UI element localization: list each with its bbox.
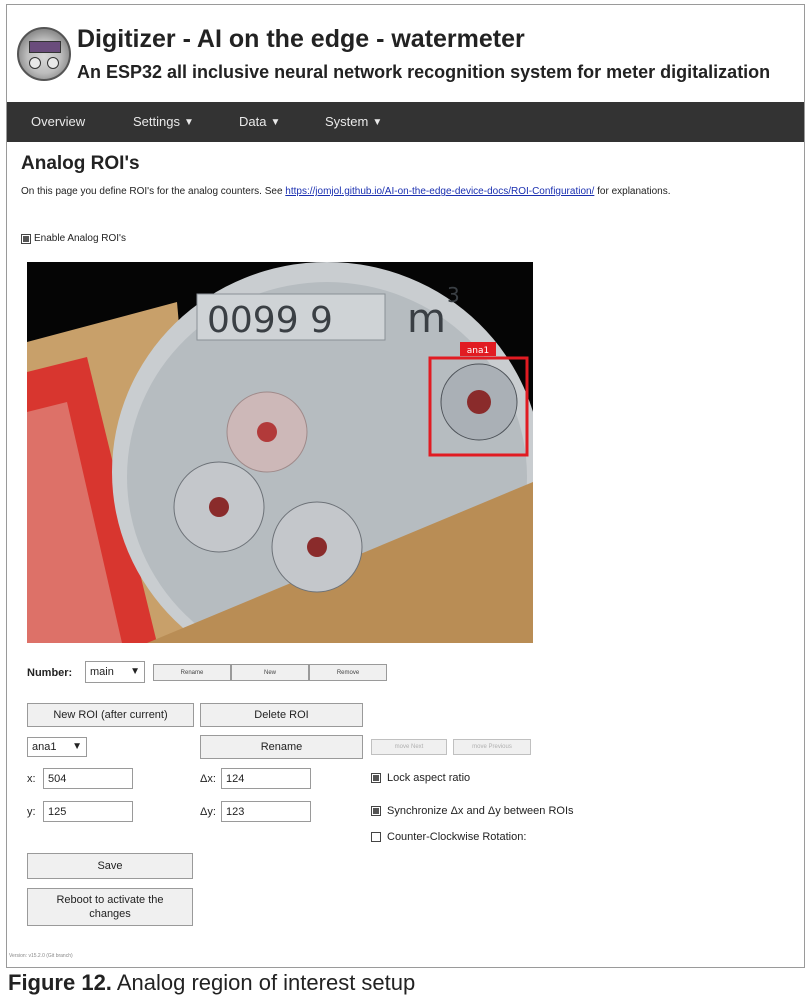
new-roi-button[interactable]: New ROI (after current) bbox=[27, 703, 194, 727]
y-input[interactable]: 125 bbox=[43, 801, 133, 822]
sync-checkbox[interactable] bbox=[371, 806, 381, 816]
roi-rename-button[interactable]: Rename bbox=[200, 735, 363, 759]
nav-bar: Overview Settings ▼ Data ▼ System ▼ bbox=[7, 102, 804, 142]
move-previous-button[interactable]: move Previous bbox=[453, 739, 531, 755]
number-remove-button[interactable]: Remove bbox=[309, 664, 387, 681]
chevron-down-icon: ▼ bbox=[270, 117, 281, 128]
x-label: x: bbox=[27, 773, 36, 785]
ccw-label: Counter-Clockwise Rotation: bbox=[387, 831, 527, 843]
dx-input[interactable]: 124 bbox=[221, 768, 311, 789]
number-new-button[interactable]: New bbox=[231, 664, 309, 681]
app-subtitle: An ESP32 all inclusive neural network re… bbox=[77, 62, 771, 82]
number-rename-button[interactable]: Rename bbox=[153, 664, 231, 681]
number-label: Number: bbox=[27, 667, 73, 679]
caption-label: Figure 12. bbox=[8, 970, 112, 995]
sync-label: Synchronize Δx and Δy between ROIs bbox=[387, 805, 574, 817]
save-button[interactable]: Save bbox=[27, 853, 193, 879]
x-input[interactable]: 504 bbox=[43, 768, 133, 789]
nav-settings[interactable]: Settings ▼ bbox=[133, 114, 194, 129]
intro-text: On this page you define ROI's for the an… bbox=[21, 185, 791, 198]
enable-checkbox[interactable] bbox=[21, 233, 31, 244]
roi-select[interactable]: ana1 ▼ bbox=[27, 737, 87, 757]
logo-dial-left bbox=[29, 57, 41, 69]
intro-text-before: On this page you define ROI's for the an… bbox=[21, 186, 283, 197]
meter-digits: 0099 9 bbox=[207, 300, 333, 341]
enable-analog-roi[interactable]: Enable Analog ROI's bbox=[21, 233, 126, 244]
nav-data[interactable]: Data ▼ bbox=[239, 114, 280, 129]
roi-label: ana1 bbox=[467, 346, 489, 356]
y-label: y: bbox=[27, 806, 36, 818]
logo-dial-right bbox=[47, 57, 59, 69]
nav-system[interactable]: System ▼ bbox=[325, 114, 382, 129]
figure-caption: Figure 12. Analog region of interest set… bbox=[8, 970, 415, 996]
app-frame: Digitizer - AI on the edge - watermeter … bbox=[6, 4, 805, 968]
dx-label: Δx: bbox=[200, 773, 216, 785]
intro-text-after: for explanations. bbox=[597, 186, 671, 197]
lock-aspect-label: Lock aspect ratio bbox=[387, 772, 471, 784]
logo-lcd bbox=[29, 41, 61, 53]
number-select[interactable]: main ▼ bbox=[85, 661, 145, 683]
ccw-option[interactable]: Counter-Clockwise Rotation: bbox=[371, 831, 526, 843]
chevron-down-icon: ▼ bbox=[372, 117, 383, 128]
sync-option[interactable]: Synchronize Δx and Δy between ROIs bbox=[371, 805, 574, 817]
chevron-down-icon: ▼ bbox=[183, 117, 194, 128]
number-select-value: main bbox=[90, 666, 114, 678]
version-text: Version: v15.2.0 (Git branch) bbox=[9, 953, 73, 959]
caption-text: Analog region of interest setup bbox=[116, 970, 416, 995]
app-title: Digitizer - AI on the edge - watermeter bbox=[77, 25, 525, 53]
nav-system-label: System bbox=[325, 114, 369, 129]
lock-aspect-option[interactable]: Lock aspect ratio bbox=[371, 772, 470, 784]
dy-input[interactable]: 123 bbox=[221, 801, 311, 822]
ccw-checkbox[interactable] bbox=[371, 832, 381, 842]
app-logo bbox=[17, 27, 71, 81]
nav-settings-label: Settings bbox=[133, 114, 180, 129]
docs-link[interactable]: https://jomjol.github.io/AI-on-the-edge-… bbox=[285, 186, 594, 197]
camera-image-canvas: 0099 9 m 3 ana1 bbox=[27, 262, 533, 643]
dy-label: Δy: bbox=[200, 806, 216, 818]
nav-overview-label: Overview bbox=[31, 114, 86, 129]
lock-aspect-checkbox[interactable] bbox=[371, 773, 381, 783]
delete-roi-button[interactable]: Delete ROI bbox=[200, 703, 363, 727]
chevron-down-icon: ▼ bbox=[130, 665, 140, 677]
meter-unit-exponent: 3 bbox=[447, 283, 460, 307]
move-next-button[interactable]: move Next bbox=[371, 739, 447, 755]
meter-unit: m bbox=[407, 296, 446, 342]
page-title: Analog ROI's bbox=[21, 153, 140, 174]
camera-image[interactable]: 0099 9 m 3 ana1 bbox=[27, 262, 533, 643]
roi-select-value: ana1 bbox=[32, 741, 57, 753]
reboot-button[interactable]: Reboot to activate the changes bbox=[27, 888, 193, 926]
chevron-down-icon: ▼ bbox=[72, 740, 82, 752]
nav-overview[interactable]: Overview bbox=[31, 114, 85, 129]
enable-label: Enable Analog ROI's bbox=[34, 233, 126, 244]
nav-data-label: Data bbox=[239, 114, 267, 129]
